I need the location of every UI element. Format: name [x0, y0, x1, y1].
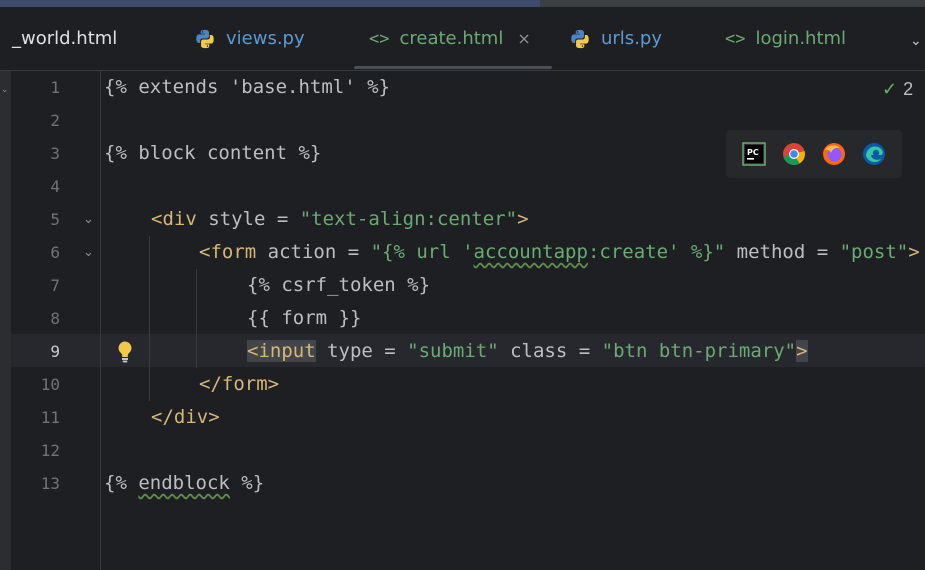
line-number: 11 [40, 408, 60, 427]
tab-login-html[interactable]: <> login.html [725, 7, 846, 70]
fold-chevron-icon[interactable]: ⌄ [83, 203, 94, 236]
line-number: 10 [40, 375, 60, 394]
lightbulb-icon[interactable] [116, 340, 134, 364]
line-number: 2 [50, 111, 60, 130]
tab-views-py[interactable]: views.py [194, 7, 305, 70]
tab-urls-py[interactable]: urls.py [569, 7, 662, 70]
tab-label: login.html [755, 28, 847, 49]
line-number: 5 [50, 210, 60, 229]
line-number: 7 [50, 276, 60, 295]
tab-label: views.py [226, 28, 305, 49]
html-tag-icon: <> [725, 28, 746, 49]
line-number: 12 [40, 441, 60, 460]
tab-label: _world.html [12, 28, 118, 49]
close-tab-icon[interactable]: × [517, 29, 530, 48]
chrome-icon[interactable] [782, 142, 806, 166]
fold-chevron-icon[interactable]: ⌄ [83, 236, 94, 269]
python-icon [196, 29, 214, 48]
window-top-strip [0, 0, 925, 7]
code-line-1[interactable]: {% extends 'base.html' %} [104, 71, 390, 104]
html-tag-icon: <> [369, 28, 390, 49]
tab-create-html[interactable]: <> create.html × [369, 7, 531, 70]
code-line-11[interactable]: </div> [151, 401, 220, 434]
code-line-5[interactable]: <div style = "text-align:center"> [151, 203, 529, 236]
line-number: 3 [50, 144, 60, 163]
active-tab-indicator [354, 66, 552, 69]
indent-guide [149, 236, 150, 401]
edge-icon[interactable] [862, 142, 886, 166]
tab-label: urls.py [601, 28, 662, 49]
line-number: 4 [50, 177, 60, 196]
chevron-down-icon[interactable]: ⌄ [1, 85, 9, 95]
code-line-7[interactable]: {% csrf_token %} [247, 269, 430, 302]
code-line-6[interactable]: <form action = "{% url 'accountapp:creat… [199, 236, 920, 269]
editor-tab-bar: _world.html views.py <> create.html × ur… [0, 7, 925, 71]
code-line-13[interactable]: {% endblock %} [104, 467, 264, 500]
line-number: 13 [40, 474, 60, 493]
code-line-3[interactable]: {% block content %} [104, 137, 321, 170]
svg-text:PC: PC [747, 148, 759, 157]
line-number: 1 [50, 78, 60, 97]
python-icon [571, 29, 589, 48]
code-line-8[interactable]: {{ form }} [247, 302, 361, 335]
inspection-count: 2 [903, 79, 914, 99]
code-line-10[interactable]: </form> [199, 368, 279, 401]
firefox-icon[interactable] [822, 142, 846, 166]
line-number: 6 [50, 243, 60, 262]
pycharm-icon[interactable]: PC [742, 142, 766, 166]
chevron-down-icon[interactable]: ⌄ [910, 33, 922, 49]
line-number-current: 9 [50, 342, 60, 361]
gutter-separator [100, 71, 101, 570]
code-line-9[interactable]: <input type = "submit" class = "btn btn-… [247, 335, 808, 368]
tab-label: create.html [399, 28, 504, 49]
checkmark-icon: ✓ [882, 79, 898, 100]
window-top-accent [0, 0, 540, 7]
browser-preview-toolbar: PC [726, 130, 902, 178]
line-number: 8 [50, 309, 60, 328]
tab-world-html[interactable]: _world.html [12, 7, 117, 70]
inspection-widget[interactable]: ✓ 2 [882, 79, 913, 100]
indent-guide [196, 269, 197, 368]
